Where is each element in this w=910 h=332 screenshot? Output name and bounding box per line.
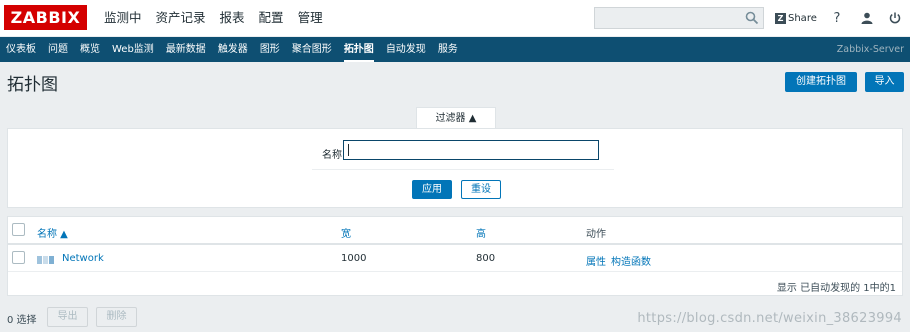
filter-panel: 名称 应用 重设	[7, 128, 903, 208]
subnav-discovery[interactable]: 自动发现	[380, 37, 432, 62]
watermark: https://blog.csdn.net/weixin_38623994	[637, 311, 902, 326]
reset-button[interactable]: 重设	[461, 180, 501, 199]
select-all-checkbox[interactable]	[12, 223, 25, 236]
nav-inventory[interactable]: 资产记录	[149, 0, 213, 36]
nav-administration[interactable]: 管理	[291, 0, 330, 36]
table-footer: 显示 已自动发现的 1中的1	[776, 283, 896, 294]
subnav-services[interactable]: 服务	[432, 37, 464, 62]
delete-button[interactable]: 删除	[96, 307, 137, 327]
row-checkbox[interactable]	[12, 251, 25, 264]
subnav-problems[interactable]: 问题	[42, 37, 74, 62]
search-icon[interactable]	[745, 11, 759, 25]
top-bar: ZABBIX 监测中 资产记录 报表 配置 管理 Z Share ?	[0, 0, 910, 36]
apply-button[interactable]: 应用	[412, 180, 452, 199]
main-nav: 监测中 资产记录 报表 配置 管理	[97, 0, 330, 36]
text-caret	[348, 144, 349, 156]
subnav-maps[interactable]: 拓扑图	[338, 37, 380, 62]
help-icon[interactable]: ?	[828, 9, 846, 27]
search-input[interactable]	[594, 7, 764, 29]
create-map-button[interactable]: 创建拓扑图	[785, 72, 857, 92]
filter-name-label: 名称	[322, 150, 342, 161]
power-icon[interactable]	[886, 9, 904, 27]
map-height: 800	[476, 253, 496, 264]
filter-tab[interactable]: 过滤器 ▲	[416, 107, 496, 129]
nav-configuration[interactable]: 配置	[252, 0, 291, 36]
subnav-overview[interactable]: 概览	[74, 37, 106, 62]
export-button[interactable]: 导出	[47, 307, 88, 327]
nav-monitoring[interactable]: 监测中	[97, 0, 149, 36]
nav-reports[interactable]: 报表	[213, 0, 252, 36]
column-header-actions: 动作	[586, 229, 606, 240]
column-header-name[interactable]: 名称 ▲	[37, 225, 68, 240]
server-name: Zabbix-Server	[836, 44, 904, 55]
map-thumbnail-icon	[37, 254, 59, 264]
page-title: 拓扑图	[7, 75, 58, 95]
subnav-latest-data[interactable]: 最新数据	[160, 37, 212, 62]
filter-row: 名称	[312, 137, 614, 170]
zabbix-logo[interactable]: ZABBIX	[4, 5, 87, 30]
maps-table: 名称 ▲ 宽 高 动作 Network 1000 800 属性 构造函数 显示 …	[7, 216, 903, 296]
subnav-graphs[interactable]: 图形	[254, 37, 286, 62]
user-icon[interactable]	[858, 9, 876, 27]
mass-action-bar: 0 选择 导出 删除 https://blog.csdn.net/weixin_…	[0, 306, 910, 328]
subnav-triggers[interactable]: 触发器	[212, 37, 254, 62]
column-header-width[interactable]: 宽	[341, 225, 351, 240]
table-row: Network 1000 800 属性 构造函数	[8, 246, 902, 272]
subnav-screens[interactable]: 聚合图形	[286, 37, 338, 62]
constructor-link[interactable]: 构造函数	[611, 253, 651, 268]
filter-name-input[interactable]	[343, 140, 599, 160]
properties-link[interactable]: 属性	[586, 253, 606, 268]
map-width: 1000	[341, 253, 367, 264]
zabbix-share-icon: Z	[775, 12, 786, 24]
sub-nav: 仪表板 问题 概览 Web监测 最新数据 触发器 图形 聚合图形 拓扑图 自动发…	[0, 37, 910, 62]
column-header-height[interactable]: 高	[476, 225, 486, 240]
share-button[interactable]: Z Share	[775, 10, 817, 26]
subnav-dashboard[interactable]: 仪表板	[0, 37, 42, 62]
table-header: 名称 ▲ 宽 高 动作	[8, 217, 902, 245]
subnav-web[interactable]: Web监测	[106, 37, 160, 62]
share-label: Share	[788, 12, 817, 24]
selected-count: 0 选择	[7, 315, 37, 326]
map-name-link[interactable]: Network	[62, 253, 104, 264]
import-button[interactable]: 导入	[865, 72, 904, 92]
